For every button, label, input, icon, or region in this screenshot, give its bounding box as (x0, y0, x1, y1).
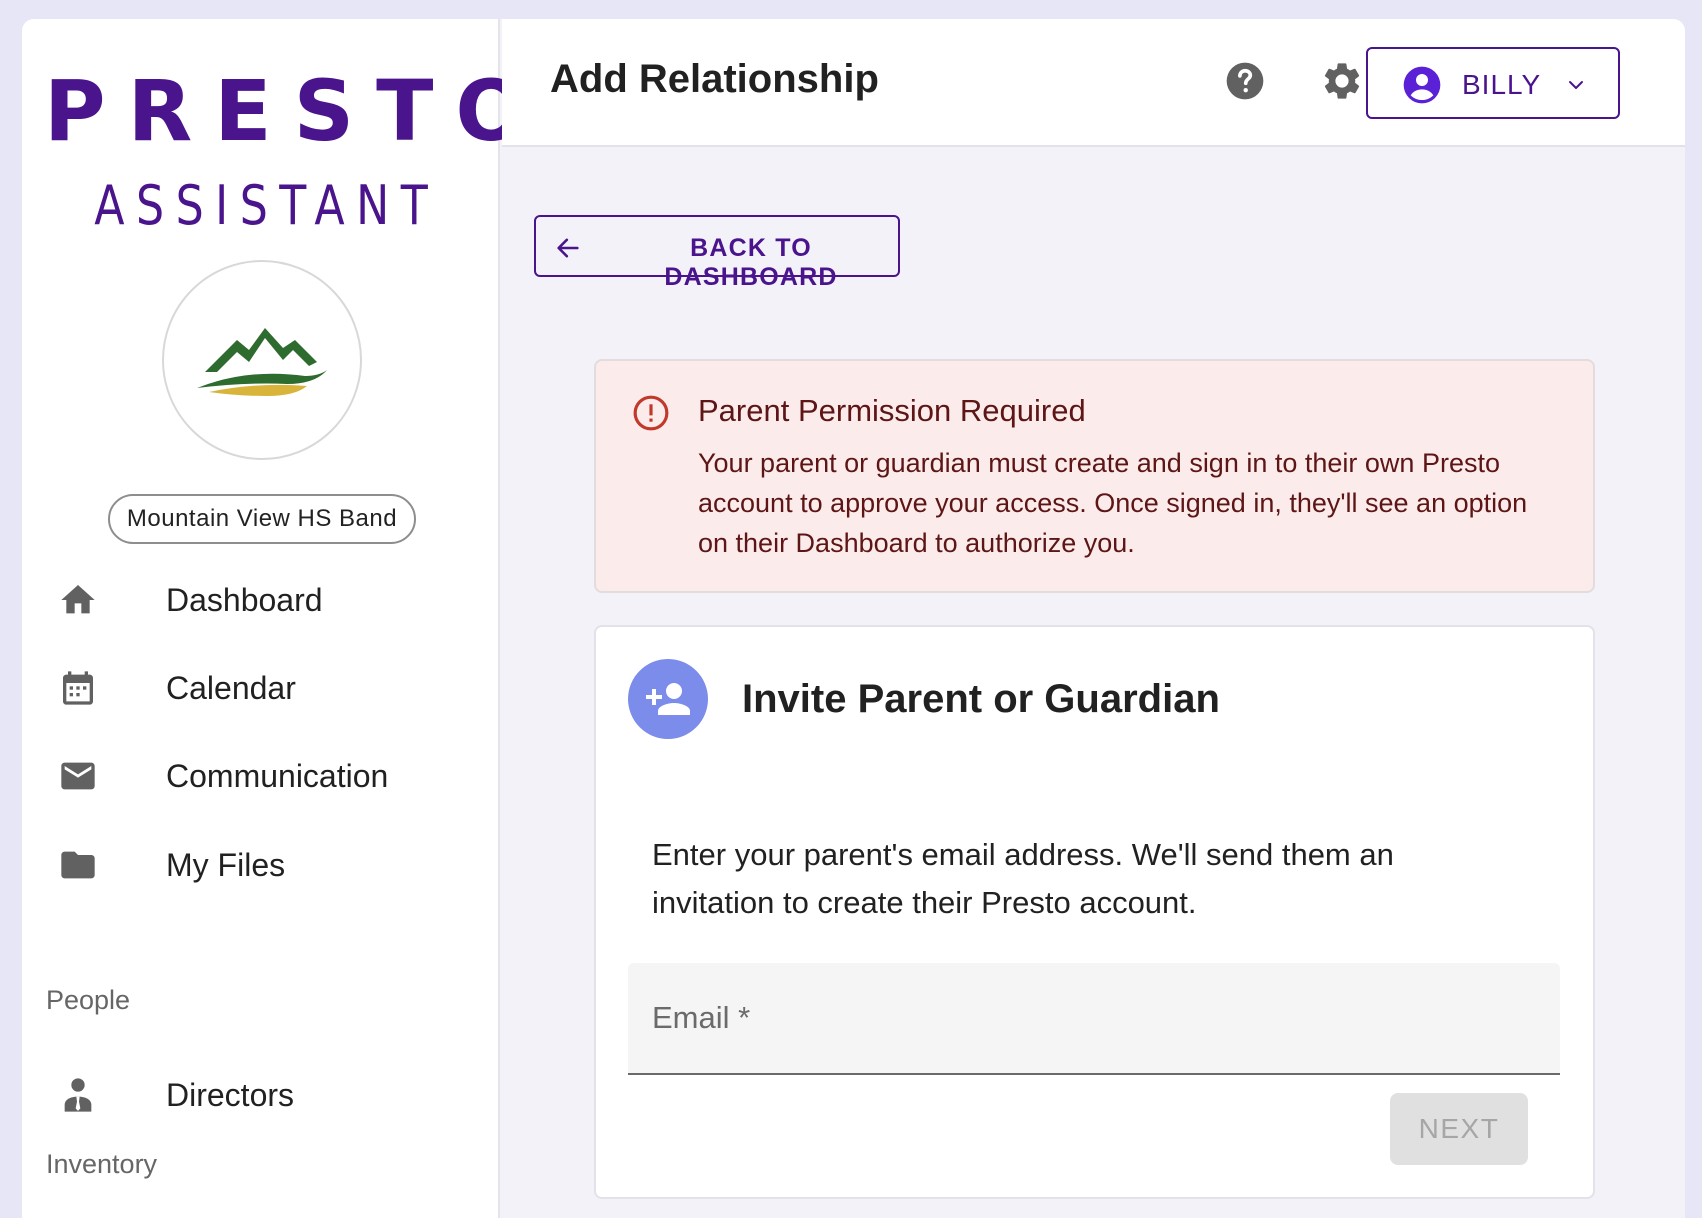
account-circle-icon (1402, 65, 1442, 105)
back-button-label: BACK TO DASHBOARD (664, 234, 838, 291)
logo-presto-text: PRESTO (44, 62, 549, 160)
director-icon (56, 1073, 100, 1117)
email-input[interactable] (628, 963, 1560, 1073)
parent-permission-alert: Parent Permission Required Your parent o… (594, 359, 1595, 593)
mail-icon (56, 754, 100, 798)
sidebar-item-calendar[interactable]: Calendar (22, 648, 500, 728)
folder-icon (56, 843, 100, 887)
user-menu-button[interactable]: BILLY (1366, 47, 1620, 119)
sidebar-item-label: My Files (166, 846, 286, 883)
card-description: Enter your parent's email address. We'll… (652, 837, 1394, 920)
help-icon[interactable] (1223, 59, 1267, 103)
arrow-left-icon (554, 234, 582, 262)
sidebar-item-label: Dashboard (166, 581, 323, 618)
back-to-dashboard-button[interactable]: BACK TO DASHBOARD (534, 215, 900, 291)
organization-name-chip[interactable]: Mountain View HS Band (108, 494, 416, 544)
sidebar-item-label: Calendar (166, 669, 296, 706)
user-name: BILLY (1462, 69, 1542, 100)
mountain-logo-icon (197, 328, 327, 396)
error-outline-icon (632, 394, 670, 432)
top-bar: Add Relationship BILLY (502, 19, 1685, 147)
sidebar-item-directors[interactable]: Directors (22, 1055, 500, 1135)
sidebar-item-my-files[interactable]: My Files (22, 825, 500, 905)
sidebar-section-inventory: Inventory (46, 1149, 158, 1179)
organization-logo[interactable] (162, 260, 362, 460)
next-button[interactable]: NEXT (1390, 1093, 1528, 1165)
gear-icon[interactable] (1320, 59, 1364, 103)
chevron-down-icon (1564, 73, 1588, 97)
sidebar-item-communication[interactable]: Communication (22, 736, 500, 816)
invite-parent-card: Invite Parent or Guardian Enter your par… (594, 625, 1595, 1199)
app-window: PRESTO ASSISTANT Mountain View HS Band D… (22, 19, 1685, 1218)
sidebar: PRESTO ASSISTANT Mountain View HS Band D… (22, 19, 549, 1218)
alert-body: Your parent or guardian must create and … (698, 448, 1528, 558)
logo-assistant-text: ASSISTANT (94, 174, 440, 237)
page-title: Add Relationship (550, 57, 879, 101)
card-title: Invite Parent or Guardian (742, 677, 1220, 721)
alert-title: Parent Permission Required (698, 393, 1086, 428)
home-icon (56, 578, 100, 622)
sidebar-section-people: People (46, 985, 131, 1015)
sidebar-item-label: Directors (166, 1076, 295, 1113)
calendar-icon (56, 666, 100, 710)
sidebar-item-dashboard[interactable]: Dashboard (22, 560, 500, 640)
email-field[interactable] (628, 963, 1560, 1075)
sidebar-item-label: Communication (166, 757, 389, 794)
add-person-icon (628, 659, 708, 739)
